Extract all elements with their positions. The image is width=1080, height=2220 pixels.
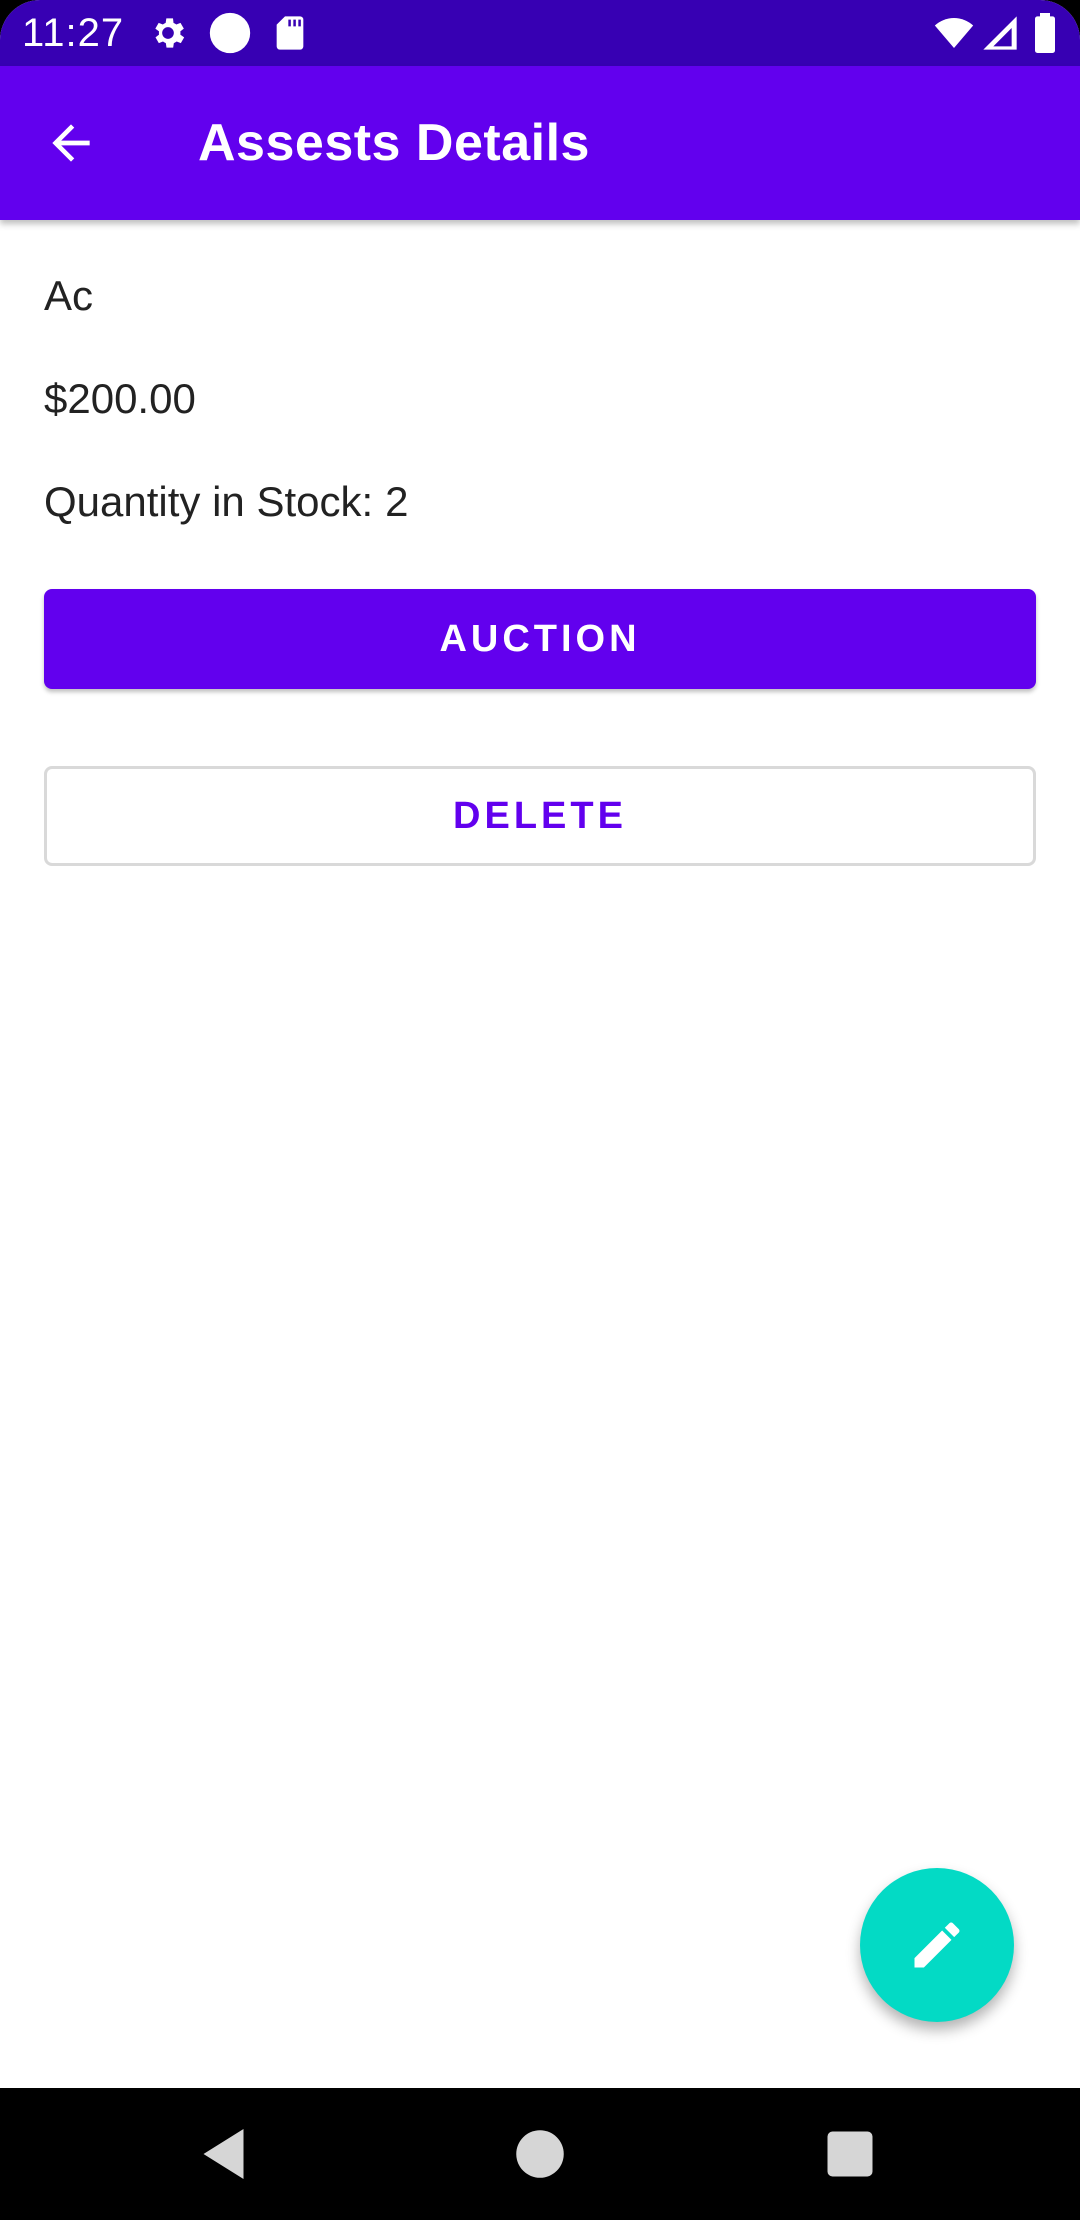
edit-fab[interactable] [860,1868,1014,2022]
app-bar: Assests Details [0,66,1080,220]
status-bar: 11:27 [0,0,1080,66]
screen: 11:27 Assests Details Ac $200.00 Quantit… [0,0,1080,2220]
wifi-icon [934,13,974,53]
asset-name: Ac [44,272,94,319]
sd-card-icon [270,13,310,53]
battery-icon [1030,13,1060,53]
back-triangle-icon [203,2129,244,2179]
system-nav-bar [0,2088,1080,2220]
asset-price: $200.00 [44,375,196,422]
back-button[interactable] [34,106,108,180]
nav-recents-button[interactable] [820,2124,880,2184]
signal-icon [980,13,1020,53]
gear-icon [148,13,188,53]
auction-button[interactable]: AUCTION [44,589,1036,689]
quantity-value: 2 [385,478,409,525]
status-time: 11:27 [22,11,125,55]
asset-quantity: Quantity in Stock: 2 [44,474,409,530]
recents-square-icon [827,2131,873,2177]
arrow-back-icon [52,124,90,162]
nav-back-button[interactable] [196,2124,256,2184]
nav-home-button[interactable] [510,2124,570,2184]
delete-button[interactable]: DELETE [44,766,1036,866]
page-title: Assests Details [198,114,590,172]
quantity-label: Quantity in Stock: [44,478,374,525]
circle-icon [208,11,252,55]
edit-pencil-icon [914,1922,960,1968]
home-circle-icon [516,2130,564,2178]
